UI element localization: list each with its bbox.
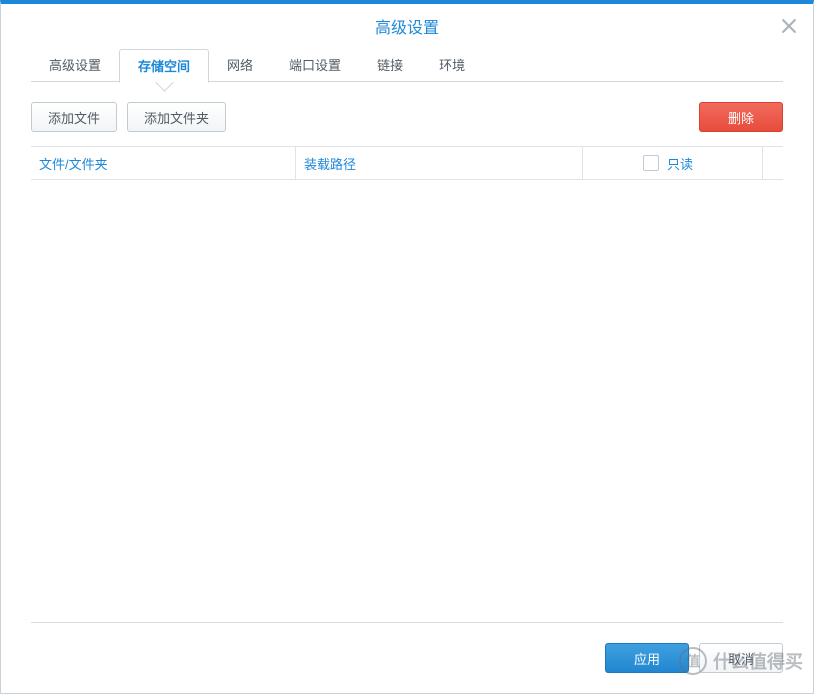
readonly-header-checkbox[interactable]: [643, 155, 659, 171]
tab-advanced-settings[interactable]: 高级设置: [31, 49, 119, 83]
cancel-button[interactable]: 取消: [699, 643, 783, 673]
table-header: 文件/文件夹 装载路径 只读: [31, 146, 783, 180]
add-folder-button[interactable]: 添加文件夹: [127, 102, 226, 132]
toolbar-spacer: [236, 102, 689, 132]
toolbar: 添加文件 添加文件夹 删除: [31, 102, 783, 132]
tab-bar: 高级设置 存储空间 网络 端口设置 链接 环境: [31, 48, 783, 82]
tab-port-settings[interactable]: 端口设置: [271, 49, 359, 83]
column-header-file-folder[interactable]: 文件/文件夹: [31, 147, 296, 179]
close-icon[interactable]: [779, 16, 799, 36]
readonly-header-label: 只读: [667, 154, 693, 173]
column-header-mount-path[interactable]: 装载路径: [296, 147, 583, 179]
add-file-button[interactable]: 添加文件: [31, 102, 117, 132]
dialog-header: 高级设置: [1, 4, 813, 48]
content-area: 添加文件 添加文件夹 删除 文件/文件夹 装载路径 只读: [1, 82, 813, 622]
tab-environment[interactable]: 环境: [421, 49, 483, 83]
dialog-footer: 应用 取消: [31, 622, 783, 693]
table-body: [31, 180, 783, 622]
apply-button[interactable]: 应用: [605, 643, 689, 673]
delete-button[interactable]: 删除: [699, 102, 783, 132]
tab-links[interactable]: 链接: [359, 49, 421, 83]
tab-storage[interactable]: 存储空间: [119, 49, 209, 83]
dialog-title: 高级设置: [375, 14, 439, 38]
column-header-readonly[interactable]: 只读: [583, 147, 763, 179]
advanced-settings-dialog: 高级设置 高级设置 存储空间 网络 端口设置 链接 环境 添加文件 添加文件夹 …: [0, 0, 814, 694]
tab-network[interactable]: 网络: [209, 49, 271, 83]
